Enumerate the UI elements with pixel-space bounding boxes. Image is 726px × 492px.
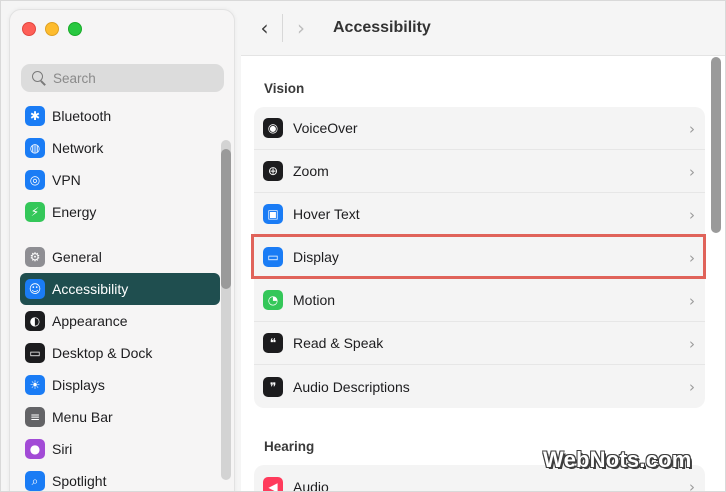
chevron-right-icon: › [689, 206, 695, 224]
chevron-right-icon: › [689, 163, 695, 181]
settings-window: Search ✱ Bluetooth ◍ Network ◎ VPN ⚡ Ene… [0, 0, 726, 492]
speaker-icon: ◀ [263, 476, 283, 491]
vpn-globe-icon: ◎ [25, 170, 45, 190]
siri-icon: ● [25, 439, 45, 459]
row-label: Motion [293, 292, 336, 308]
appearance-icon: ◐ [25, 311, 45, 331]
sidebar-item-label: Energy [52, 204, 97, 220]
sun-icon: ☀ [25, 375, 45, 395]
chevron-right-icon: › [689, 378, 695, 396]
zoom-window-button[interactable] [68, 22, 82, 36]
sidebar-item-label: Siri [52, 441, 73, 457]
sidebar: Search ✱ Bluetooth ◍ Network ◎ VPN ⚡ Ene… [9, 9, 235, 491]
chevron-right-icon: › [689, 249, 695, 267]
search-placeholder: Search [53, 70, 96, 86]
row-label: VoiceOver [293, 120, 358, 136]
voiceover-icon: ◉ [263, 118, 283, 138]
chevron-right-icon: › [689, 120, 695, 138]
gear-icon: ⚙ [25, 247, 45, 267]
sidebar-item-general[interactable]: ⚙ General [20, 241, 220, 273]
row-label: Read & Speak [293, 335, 384, 351]
sidebar-item-label: VPN [52, 172, 81, 188]
row-label: Audio [293, 478, 329, 492]
sidebar-scrollbar-thumb[interactable] [221, 149, 231, 289]
content-scrollbar-thumb[interactable] [711, 57, 721, 233]
chevron-right-icon: › [689, 335, 695, 353]
accessibility-icon: ☺ [25, 279, 45, 299]
row-zoom[interactable]: ⊕ Zoom › [254, 150, 705, 193]
sidebar-item-network[interactable]: ◍ Network [20, 132, 220, 164]
row-motion[interactable]: ◔ Motion › [254, 279, 705, 322]
row-label: Zoom [293, 163, 329, 179]
sidebar-item-appearance[interactable]: ◐ Appearance [20, 305, 220, 337]
chevron-right-icon: › [689, 292, 695, 310]
vision-group: ◉ VoiceOver › ⊕ Zoom › ▣ Hover Text › ▭ … [254, 107, 705, 408]
battery-bolt-icon: ⚡ [25, 202, 45, 222]
sidebar-item-label: Displays [52, 377, 105, 393]
globe-icon: ◍ [25, 138, 45, 158]
spotlight-icon: ⌕ [25, 471, 45, 491]
page-title: Accessibility [333, 19, 431, 36]
zoom-icon: ⊕ [263, 161, 283, 181]
sidebar-item-label: Accessibility [52, 281, 129, 297]
toolbar: ‹ › Accessibility [241, 1, 725, 55]
row-hover-text[interactable]: ▣ Hover Text › [254, 193, 705, 236]
sidebar-item-label: Spotlight [52, 473, 107, 489]
settings-content: Vision ◉ VoiceOver › ⊕ Zoom › ▣ Hover Te… [241, 55, 725, 492]
sidebar-item-label: Appearance [52, 313, 128, 329]
forward-button[interactable]: › [287, 14, 315, 42]
sidebar-item-menu-bar[interactable]: ≡ Menu Bar [20, 401, 220, 433]
sidebar-item-siri[interactable]: ● Siri [20, 433, 220, 465]
sidebar-item-desktop-dock[interactable]: ▭ Desktop & Dock [20, 337, 220, 369]
sidebar-item-label: Menu Bar [52, 409, 113, 425]
read-speak-icon: ❝ [263, 333, 283, 353]
close-window-button[interactable] [22, 22, 36, 36]
section-title-vision: Vision [264, 81, 305, 96]
row-display[interactable]: ▭ Display › [254, 236, 705, 279]
minimize-window-button[interactable] [45, 22, 59, 36]
sidebar-item-label: Desktop & Dock [52, 345, 153, 361]
row-label: Display [293, 249, 339, 265]
row-label: Hover Text [293, 206, 360, 222]
sidebar-item-energy[interactable]: ⚡ Energy [20, 196, 220, 228]
menu-bar-icon: ≡ [25, 407, 45, 427]
sidebar-item-label: Network [52, 140, 104, 156]
row-label: Audio Descriptions [293, 378, 410, 395]
hover-text-icon: ▣ [263, 204, 283, 224]
row-read-speak[interactable]: ❝ Read & Speak › [254, 322, 705, 365]
motion-icon: ◔ [263, 290, 283, 310]
audio-descriptions-icon: ❞ [263, 376, 283, 397]
sidebar-list: ✱ Bluetooth ◍ Network ◎ VPN ⚡ Energy ⚙ G… [20, 100, 220, 491]
sidebar-item-label: General [52, 249, 102, 265]
back-button[interactable]: ‹ [247, 14, 283, 42]
row-voiceover[interactable]: ◉ VoiceOver › [254, 107, 705, 150]
bluetooth-icon: ✱ [25, 106, 45, 126]
sidebar-item-bluetooth[interactable]: ✱ Bluetooth [20, 100, 220, 132]
chevron-right-icon: › [689, 478, 695, 492]
row-audio-descriptions[interactable]: ❞ Audio Descriptions › [254, 365, 705, 408]
dock-icon: ▭ [25, 343, 45, 363]
watermark-logo: WebNots.com [543, 447, 692, 472]
sidebar-item-accessibility[interactable]: ☺ Accessibility [20, 273, 220, 305]
sidebar-item-spotlight[interactable]: ⌕ Spotlight [20, 465, 220, 491]
display-icon: ▭ [263, 247, 283, 267]
search-icon [31, 70, 47, 86]
sidebar-item-displays[interactable]: ☀ Displays [20, 369, 220, 401]
sidebar-item-label: Bluetooth [52, 108, 112, 124]
section-title-hearing: Hearing [264, 439, 315, 454]
sidebar-item-vpn[interactable]: ◎ VPN [20, 164, 220, 196]
search-input[interactable]: Search [21, 64, 224, 92]
